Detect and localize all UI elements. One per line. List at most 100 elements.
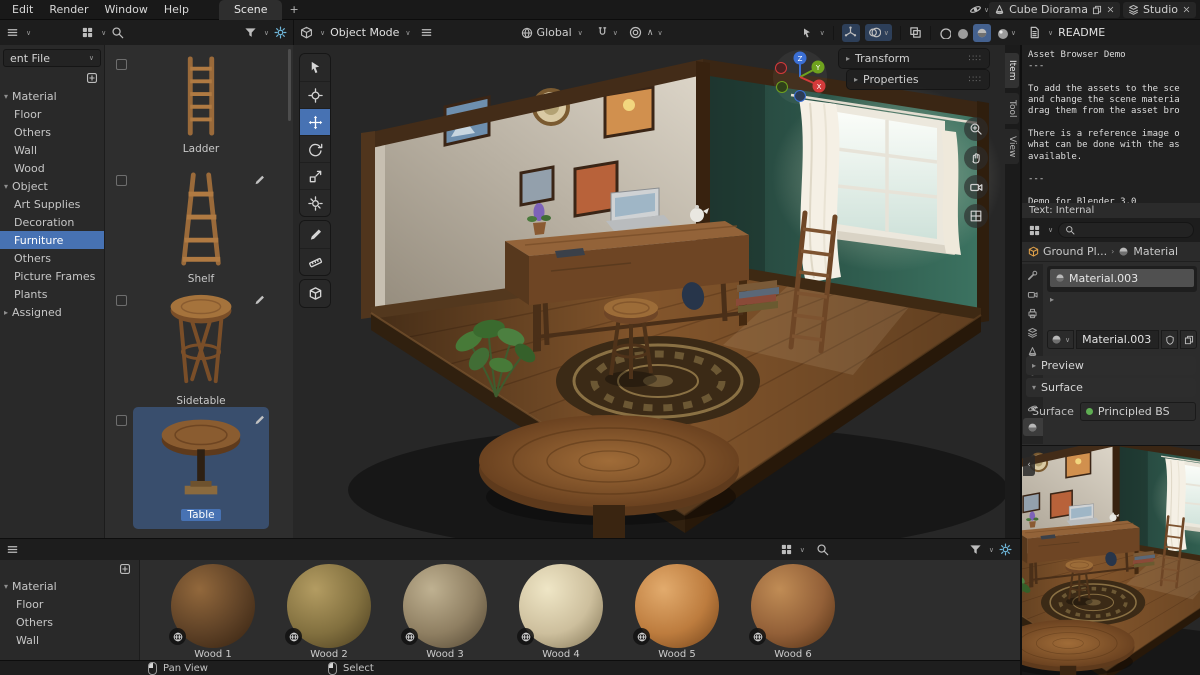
menu-render[interactable]: Render xyxy=(41,1,96,18)
gizmo-toggle-icon[interactable] xyxy=(841,23,860,42)
new-material-icon[interactable] xyxy=(1180,330,1197,349)
material-name-field[interactable]: Material.003 xyxy=(1076,330,1159,349)
catalog-item[interactable]: Floor xyxy=(0,595,139,613)
editor-type-asset-browser-icon[interactable] xyxy=(6,26,19,39)
catalog-item[interactable]: Plants xyxy=(0,285,104,303)
transform-panel-collapsed[interactable]: ▸ Transform ∷∷ xyxy=(839,49,989,68)
ortho-grid-icon[interactable] xyxy=(964,204,988,228)
filter-icon[interactable] xyxy=(244,26,257,39)
tab-output-icon[interactable] xyxy=(1023,304,1043,322)
browse-scene-icon[interactable] xyxy=(969,3,982,16)
search-icon[interactable] xyxy=(111,26,124,39)
falloff-select[interactable]: ∧ ∨ xyxy=(647,28,663,38)
properties-filter-icon[interactable] xyxy=(1028,224,1041,237)
tool-select-box[interactable] xyxy=(300,54,330,81)
catalog-item[interactable]: ▾ Material xyxy=(0,577,139,595)
asset-checkbox[interactable] xyxy=(116,415,127,426)
shading-wireframe-icon[interactable] xyxy=(939,27,951,39)
view-layer-datablock[interactable]: Studio xyxy=(1122,1,1196,18)
catalog-item[interactable]: Wall xyxy=(0,631,139,649)
unlink-scene-icon[interactable] xyxy=(1106,5,1115,14)
catalog-item[interactable]: Wood xyxy=(0,159,104,177)
material-slot-list[interactable]: Material.003 xyxy=(1047,266,1197,292)
3d-viewport-canvas[interactable] xyxy=(293,45,1005,538)
catalog-item[interactable]: Decoration xyxy=(0,213,104,231)
proportional-edit-icon[interactable] xyxy=(629,26,642,39)
workspace-tab-scene[interactable]: Scene xyxy=(218,0,283,20)
material-asset-wood2[interactable]: Wood 2 xyxy=(271,562,387,660)
asset-card-sidetable[interactable]: Sidetable xyxy=(116,287,269,409)
filter-icon[interactable] xyxy=(969,543,982,556)
surface-shader-button[interactable]: Principled BS xyxy=(1079,402,1196,421)
settings-gear-icon[interactable] xyxy=(999,543,1012,556)
asset-checkbox[interactable] xyxy=(116,295,127,306)
asset-card-shelf[interactable]: Shelf xyxy=(116,167,269,287)
shading-solid-icon[interactable] xyxy=(956,27,968,39)
preview-panel-header[interactable]: ▸ Preview xyxy=(1026,356,1196,375)
search-icon[interactable] xyxy=(816,543,829,556)
material-asset-wood5[interactable]: Wood 5 xyxy=(619,562,735,660)
3d-viewport[interactable]: ▸ Transform ∷∷ ▸ Properties ∷∷ Z Y X xyxy=(293,45,1005,538)
breadcrumb-material[interactable]: Material xyxy=(1133,245,1178,258)
overlays-toggle[interactable]: ∨ xyxy=(864,24,892,41)
pan-hand-icon[interactable] xyxy=(964,146,988,170)
zoom-icon[interactable] xyxy=(964,117,988,141)
tool-add-cube[interactable] xyxy=(300,280,330,307)
secondary-viewport-canvas[interactable] xyxy=(1022,446,1200,675)
xray-toggle-icon[interactable] xyxy=(909,26,922,39)
catalog-item[interactable]: ▾ Material xyxy=(0,87,104,105)
menu-help[interactable]: Help xyxy=(156,1,197,18)
tool-measure[interactable] xyxy=(300,248,330,275)
select-visibility-icon[interactable] xyxy=(801,27,813,39)
navigation-gizmo[interactable]: Z Y X xyxy=(771,48,829,109)
tab-render-icon[interactable] xyxy=(1023,285,1043,303)
sidebar-tab-item[interactable]: Item xyxy=(1005,53,1019,88)
text-datablock-name[interactable]: README xyxy=(1058,26,1105,39)
catalog-item[interactable]: Art Supplies xyxy=(0,195,104,213)
tool-rotate[interactable] xyxy=(300,135,330,162)
material-asset-wood6[interactable]: Wood 6 xyxy=(735,562,851,660)
tool-cursor[interactable] xyxy=(300,81,330,108)
remove-view-layer-icon[interactable] xyxy=(1182,5,1191,14)
display-mode-icon[interactable] xyxy=(81,26,94,39)
catalog-item[interactable]: Wall xyxy=(0,141,104,159)
catalog-item-furniture[interactable]: Furniture xyxy=(0,231,104,249)
collapse-arrow[interactable]: ‹ xyxy=(1023,454,1035,476)
shading-rendered[interactable]: ∨ xyxy=(996,27,1016,39)
edit-pencil-icon[interactable] xyxy=(253,173,265,188)
sidebar-tab-view[interactable]: View xyxy=(1005,128,1019,165)
asset-card-table-selected[interactable]: Table xyxy=(116,407,269,529)
catalog-item[interactable]: Others xyxy=(0,249,104,267)
material-asset-wood1[interactable]: Wood 1 xyxy=(155,562,271,660)
snap-toggle[interactable]: ∨ xyxy=(596,26,618,39)
editor-type-shelf-icon[interactable] xyxy=(6,543,19,556)
editor-type-text-icon[interactable] xyxy=(1028,26,1041,39)
tool-annotate[interactable] xyxy=(300,221,330,248)
fake-user-shield-icon[interactable] xyxy=(1161,330,1178,349)
material-asset-wood3[interactable]: Wood 3 xyxy=(387,562,503,660)
asset-checkbox[interactable] xyxy=(116,175,127,186)
sidebar-tab-tool[interactable]: Tool xyxy=(1005,92,1019,124)
edit-pencil-icon[interactable] xyxy=(253,413,265,428)
transform-orientation-select[interactable]: Global ∨ xyxy=(521,26,583,39)
shading-material-icon[interactable] xyxy=(972,23,991,42)
properties-search-input[interactable] xyxy=(1058,222,1194,238)
camera-view-icon[interactable] xyxy=(964,175,988,199)
asset-card-ladder[interactable]: Ladder xyxy=(116,51,269,157)
new-catalog-icon[interactable] xyxy=(86,72,98,84)
new-catalog-icon[interactable] xyxy=(119,563,131,575)
catalog-item[interactable]: ▾ Object xyxy=(0,177,104,195)
tool-transform[interactable] xyxy=(300,189,330,216)
add-workspace-button[interactable]: + xyxy=(282,1,305,18)
catalog-item[interactable]: Floor xyxy=(0,105,104,123)
catalog-item[interactable]: Others xyxy=(0,123,104,141)
menu-window[interactable]: Window xyxy=(96,1,155,18)
editor-divider[interactable] xyxy=(1020,20,1022,675)
scrollbar[interactable] xyxy=(288,49,291,121)
material-asset-wood4[interactable]: Wood 4 xyxy=(503,562,619,660)
editor-type-viewport-icon[interactable] xyxy=(300,26,313,39)
tool-move[interactable] xyxy=(300,108,330,135)
surface-panel-header[interactable]: ▾ Surface xyxy=(1026,378,1196,397)
catalog-item[interactable]: ▸ Assigned xyxy=(0,303,104,321)
text-editor-content[interactable]: Asset Browser Demo --- To add the assets… xyxy=(1022,45,1200,203)
